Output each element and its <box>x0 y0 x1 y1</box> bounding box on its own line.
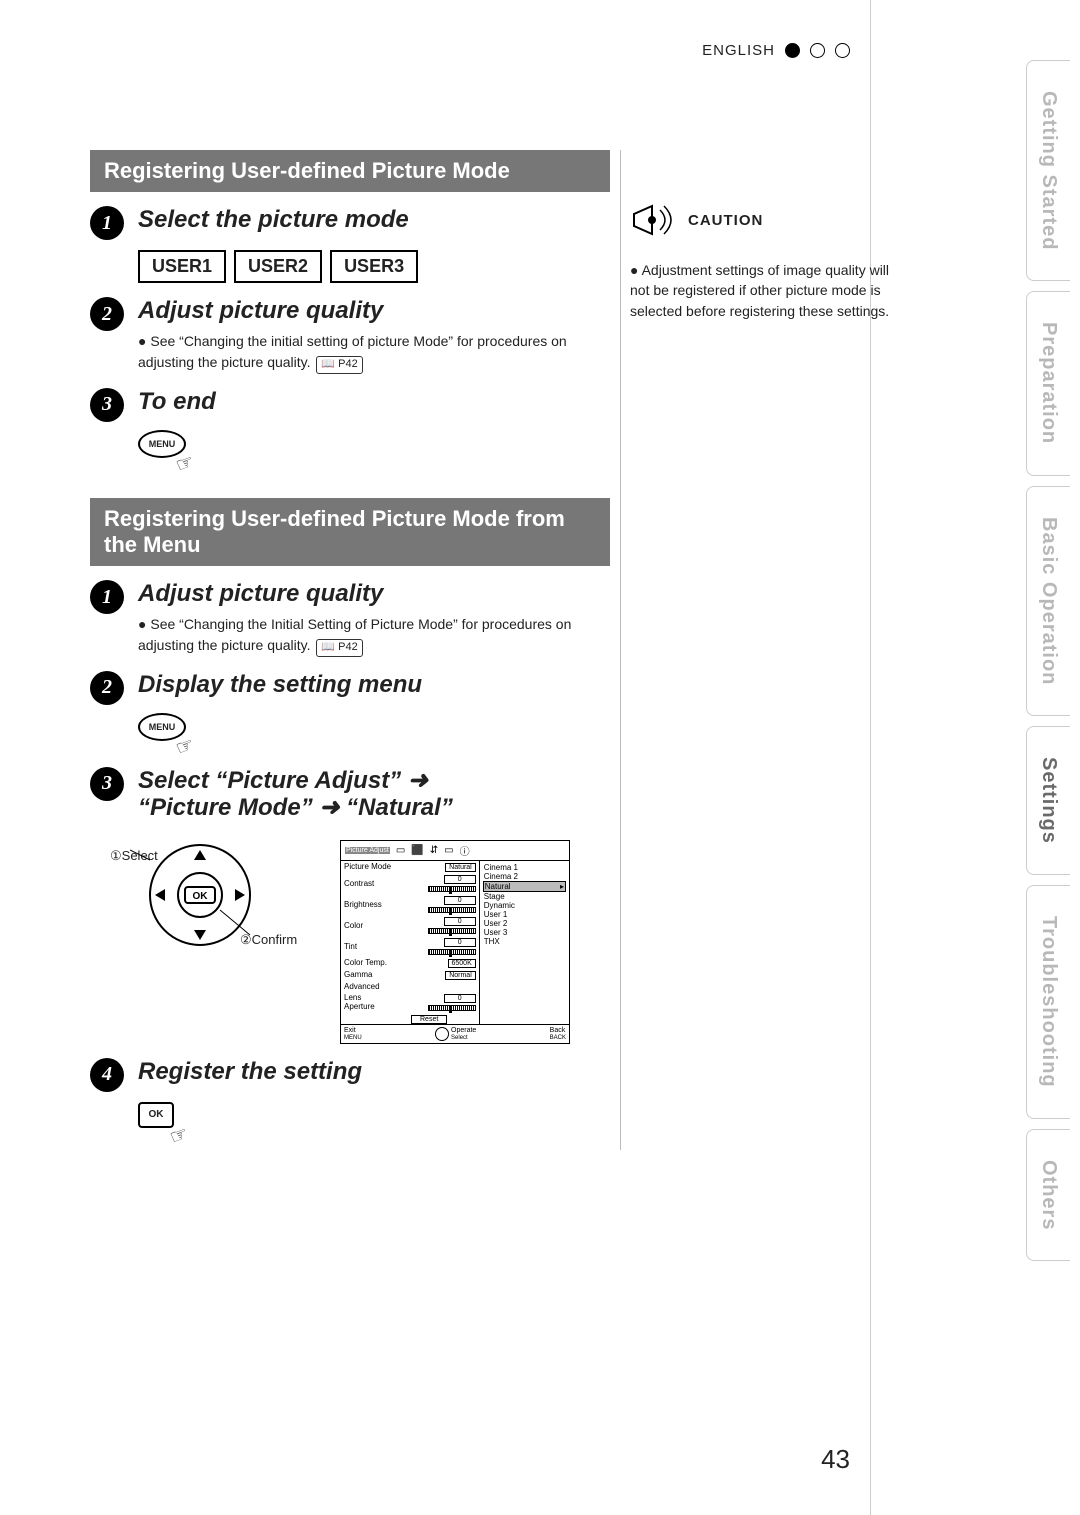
tab-basic-operation[interactable]: Basic Operation <box>1026 486 1070 716</box>
sectA-step2-title: Adjust picture quality <box>138 297 610 325</box>
remote-diagram: ①Select OK ②Confirm <box>110 840 310 980</box>
osd-function-icon: ▭ <box>444 845 453 856</box>
sectA-step1-title: Select the picture mode <box>138 206 610 234</box>
page-ref-icon: 📖P42 <box>316 356 362 374</box>
step-number-icon: 1 <box>90 206 124 240</box>
osd-install-icon: ⬛ <box>411 845 423 856</box>
language-label: ENGLISH <box>702 42 775 59</box>
column-divider <box>620 150 621 1150</box>
page-ref-icon: 📖P42 <box>316 639 362 657</box>
step-number-icon: 1 <box>90 580 124 614</box>
osd-options-list: Cinema 1Cinema 2Natural▸StageDynamicUser… <box>480 861 569 1024</box>
step3-diagram: ①Select OK ②Confirm Picture Adjust ▭ ⬛ <box>110 840 610 1044</box>
tab-getting-started[interactable]: Getting Started <box>1026 60 1070 281</box>
sectB-step4-title: Register the setting <box>138 1058 610 1086</box>
caution-box: CAUTION Adjustment settings of image qua… <box>630 200 890 321</box>
sectA-step2: 2 Adjust picture quality <box>90 297 610 331</box>
user2-button[interactable]: USER2 <box>234 250 322 283</box>
sectB-step2-title: Display the setting menu <box>138 671 610 699</box>
caution-text: Adjustment settings of image quality wil… <box>630 260 890 321</box>
menu-button-icon: MENU ☞ <box>138 713 188 753</box>
tab-preparation[interactable]: Preparation <box>1026 291 1070 475</box>
section-b-title: Registering User-defined Picture Mode fr… <box>90 498 610 567</box>
osd-joystick-icon <box>435 1027 449 1041</box>
remote-confirm-label: ②Confirm <box>240 932 297 948</box>
step-number-icon: 4 <box>90 1058 124 1092</box>
menu-button-icon: MENU ☞ <box>138 430 188 470</box>
caution-heading: CAUTION <box>688 212 763 229</box>
main-content: Registering User-defined Picture Mode 1 … <box>90 150 610 1142</box>
svg-text:OK: OK <box>193 891 209 902</box>
osd-menu: Picture Adjust ▭ ⬛ ⇵ ▭ ⓘ Picture ModeNat… <box>340 840 570 1044</box>
sectB-step2: 2 Display the setting menu <box>90 671 610 705</box>
language-indicator: ENGLISH <box>702 42 850 59</box>
osd-bottom-bar: ExitMENU OperateSelect BackBACK <box>340 1025 570 1044</box>
sectB-step3-line2: “Picture Mode” ➜ “Natural” <box>138 794 453 822</box>
finger-press-icon: ☞ <box>172 731 197 761</box>
side-tabs: Getting Started Preparation Basic Operat… <box>870 0 1080 1515</box>
lang-dot-1-icon <box>785 43 800 58</box>
sectA-step3: 3 To end <box>90 388 610 422</box>
osd-display-icon: ⇵ <box>430 845 438 856</box>
osd-settings-list: Picture ModeNaturalContrast0 Brightness0… <box>341 861 480 1024</box>
page-number: 43 <box>821 1444 850 1475</box>
sectB-step3-line1: Select “Picture Adjust” ➜ <box>138 767 453 795</box>
step-number-icon: 2 <box>90 297 124 331</box>
sectB-step4: 4 Register the setting <box>90 1058 610 1092</box>
sectB-step3: 3 Select “Picture Adjust” ➜ “Picture Mod… <box>90 767 610 822</box>
osd-reset: Reset <box>411 1015 447 1024</box>
user3-button[interactable]: USER3 <box>330 250 418 283</box>
ok-button-icon: OK ☞ <box>138 1102 182 1142</box>
dpad-icon: OK <box>130 840 270 970</box>
lang-dot-2-icon <box>810 43 825 58</box>
osd-info-icon: ⓘ <box>460 843 470 858</box>
osd-toolbar: Picture Adjust ▭ ⬛ ⇵ ▭ ⓘ <box>340 840 570 861</box>
lang-dot-3-icon <box>835 43 850 58</box>
sectA-step2-note: See “Changing the initial setting of pic… <box>138 331 610 373</box>
user-mode-buttons: USER1 USER2 USER3 <box>138 250 610 283</box>
sectA-step1: 1 Select the picture mode <box>90 206 610 240</box>
step-number-icon: 2 <box>90 671 124 705</box>
osd-signal-icon: ▭ <box>396 845 405 856</box>
tab-settings[interactable]: Settings <box>1026 726 1070 875</box>
user1-button[interactable]: USER1 <box>138 250 226 283</box>
sectB-step1-title: Adjust picture quality <box>138 580 610 608</box>
sectB-step1-note: See “Changing the Initial Setting of Pic… <box>138 614 610 656</box>
section-a-title: Registering User-defined Picture Mode <box>90 150 610 192</box>
sectA-step3-title: To end <box>138 388 610 416</box>
megaphone-icon <box>630 200 676 240</box>
finger-press-icon: ☞ <box>166 1121 191 1151</box>
sectB-step1: 1 Adjust picture quality <box>90 580 610 614</box>
tab-others[interactable]: Others <box>1026 1129 1070 1261</box>
step-number-icon: 3 <box>90 767 124 801</box>
step-number-icon: 3 <box>90 388 124 422</box>
tab-troubleshooting[interactable]: Troubleshooting <box>1026 885 1070 1119</box>
